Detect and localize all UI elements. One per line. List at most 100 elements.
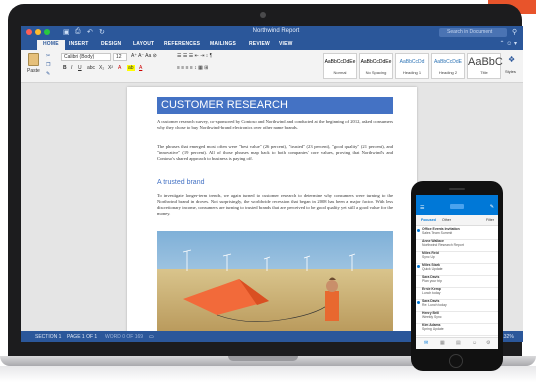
zoom-window-button[interactable] [44,29,50,35]
font-name-select[interactable]: Calibri (Body) [61,53,111,61]
unread-indicator-icon [417,265,420,268]
mail-subject: Weekly Sync [422,315,442,319]
style-name: Heading 1 [402,70,422,75]
outlook-header: ☰ ✎ [416,195,498,215]
style-normal[interactable]: AaBbCcDdEe Normal [323,53,357,79]
strikethrough-icon[interactable]: abc [87,65,95,71]
mail-subject: Plan your trip [422,279,442,283]
home-button[interactable] [449,354,463,368]
mail-subject: Lunch today [422,291,441,295]
style-name: Normal [333,70,347,75]
inbox-title [450,204,464,209]
style-sample: AaBbCcDdEe [360,59,392,65]
print-icon[interactable]: ⎙ [75,28,81,36]
cut-icon[interactable]: ✂ [46,53,50,59]
title-bar: ▣ ⎙ ↶ ↻ Northwind Report Search in Docum… [21,26,523,39]
mail-subject: Sync Up [422,255,435,259]
highlight-icon[interactable]: ab [127,65,135,71]
search-input[interactable]: Search in Document [439,28,507,37]
ribbon-tabs: HOME INSERT DESIGN LAYOUT REFERENCES MAI… [21,39,523,50]
focused-other-switcher: Focused Other Filter [416,215,498,226]
bold-icon[interactable]: B [63,65,67,71]
save-icon[interactable]: ▣ [63,28,70,36]
mail-subject: Sales Team Summit [422,231,453,235]
grow-font-icon[interactable]: A⁺ A⁻ Aa ⊘ [131,53,157,59]
clipboard-icon [28,53,39,66]
style-title[interactable]: AaBbC Title [467,53,503,79]
copy-icon[interactable]: ❐ [46,62,50,68]
mail-subject: Quick Update [422,267,443,271]
minimize-window-button[interactable] [35,29,41,35]
tab-view[interactable]: VIEW [279,41,293,47]
tab-references[interactable]: REFERENCES [164,41,200,47]
tab-other[interactable]: Other [442,218,451,222]
tab-design[interactable]: DESIGN [101,41,121,47]
search-placeholder: Search in Document [447,29,493,35]
phone-speaker [449,188,465,190]
ribbon-options-icon[interactable]: ⌃ ☺ ▾ [500,40,518,47]
paragraph-3: To investigate longer-term trends, we ag… [157,193,393,216]
share-icon[interactable]: ⚲ [512,28,517,36]
status-page[interactable]: PAGE 1 OF 1 [67,334,97,340]
tab-layout[interactable]: LAYOUT [133,41,154,47]
status-words[interactable]: WORD 0 OF 169 [105,334,143,340]
mail-icon[interactable]: ✉ [424,340,428,346]
style-name: Heading 2 [438,70,458,75]
superscript-icon[interactable]: X² [108,65,113,71]
font-size-value: 12 [116,54,122,60]
underline-icon[interactable]: U [78,65,82,71]
italic-icon[interactable]: I [71,65,72,71]
status-section[interactable]: SECTION 1 [35,334,61,340]
styles-pane-label: Styles [505,69,516,74]
undo-icon[interactable]: ↶ [87,28,93,36]
camera-icon [260,12,266,18]
laptop-notch [228,356,298,361]
subscript-icon[interactable]: X₂ [99,65,104,71]
mail-subject: Re: Lunch today [422,303,447,307]
tab-review[interactable]: REVIEW [249,41,270,47]
close-window-button[interactable] [26,29,32,35]
mail-list-item[interactable]: Kim Adams Spring Update [416,322,498,336]
people-icon[interactable]: ☺ [472,340,477,346]
bullets-icon[interactable]: ☰ ☰ ☰ ⇤ ⇥ ↕ ¶ [177,53,212,59]
font-size-select[interactable]: 12 [113,53,127,61]
compose-icon[interactable]: ✎ [490,204,494,210]
format-painter-icon[interactable]: ✎ [46,71,50,77]
subheading: A trusted brand [157,179,205,186]
tab-focused[interactable]: Focused [421,218,436,222]
files-icon[interactable]: ▤ [456,340,461,346]
layout-view-icon[interactable]: ▭ [149,334,154,340]
phone-frame: ☰ ✎ Focused Other Filter Office Events I… [411,181,503,371]
ribbon-home: Paste ✂ ❐ ✎ Calibri (Body) 12 A⁺ A⁻ Aa ⊘… [21,50,523,83]
mail-subject: Northwind Research Report [422,243,464,247]
calendar-icon[interactable]: ▦ [440,340,445,346]
settings-icon[interactable]: ⚙ [486,340,490,346]
style-heading-1[interactable]: AaBbCcDd Heading 1 [395,53,429,79]
style-sample: AaBbCcDd [399,59,425,65]
styles-pane-icon: ❖ [508,55,516,64]
style-name: No Spacing [365,70,387,75]
kite-photo[interactable] [157,231,393,332]
filter-button[interactable]: Filter [486,218,494,222]
menu-icon[interactable]: ☰ [420,205,424,211]
bottom-nav: ✉ ▦ ▤ ☺ ⚙ [416,337,498,349]
paragraph-2: The phrases that emerged most often were… [157,144,393,161]
style-sample: AaBbCcDdEe [324,59,356,65]
outlook-mobile-screen: ☰ ✎ Focused Other Filter Office Events I… [416,195,498,349]
redo-icon[interactable]: ↻ [99,28,105,36]
paragraph-1: A customer research survey, co-sponsored… [157,119,393,130]
style-heading-2[interactable]: AaBbCcDdE Heading 2 [431,53,465,79]
tab-home[interactable]: HOME [37,40,65,50]
style-no-spacing[interactable]: AaBbCcDdEe No Spacing [359,53,393,79]
paste-button[interactable]: Paste [25,53,43,77]
style-sample: AaBbCcDdE [433,59,463,65]
styles-pane-button[interactable]: ❖ Styles [504,53,522,79]
tab-insert[interactable]: INSERT [69,41,89,47]
document-page[interactable]: CUSTOMER RESEARCH A customer research su… [127,87,417,332]
align-icon[interactable]: ≡ ≡ ≡ ≡ ↕ ▦ ⊞ [177,65,208,71]
unread-indicator-icon [417,229,420,232]
font-color-icon[interactable]: A [139,65,142,71]
unread-indicator-icon [417,301,420,304]
tab-mailings[interactable]: MAILINGS [210,41,236,47]
text-effects-icon[interactable]: A [118,65,121,71]
